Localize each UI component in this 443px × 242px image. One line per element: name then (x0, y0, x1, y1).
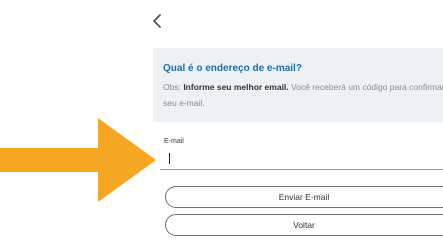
back-button[interactable] (148, 10, 166, 32)
email-field[interactable] (160, 148, 443, 170)
info-title: Qual é o endereço de e-mail? (163, 63, 302, 74)
arrow-shape (0, 118, 156, 202)
info-panel: Qual é o endereço de e-mail? Obs: Inform… (153, 48, 443, 122)
info-text: Obs: Informe seu melhor email. Você rece… (163, 79, 443, 111)
send-email-button[interactable]: Enviar E-mail (165, 186, 443, 208)
text-cursor (169, 153, 170, 164)
email-label: E-mail (164, 138, 184, 145)
back-text-button[interactable]: Voltar (165, 214, 443, 236)
obs-prefix: Obs: (163, 82, 184, 92)
obs-bold: Informe seu melhor email. (183, 82, 289, 92)
chevron-left-icon (152, 14, 162, 28)
arrow-right-icon (0, 118, 156, 207)
